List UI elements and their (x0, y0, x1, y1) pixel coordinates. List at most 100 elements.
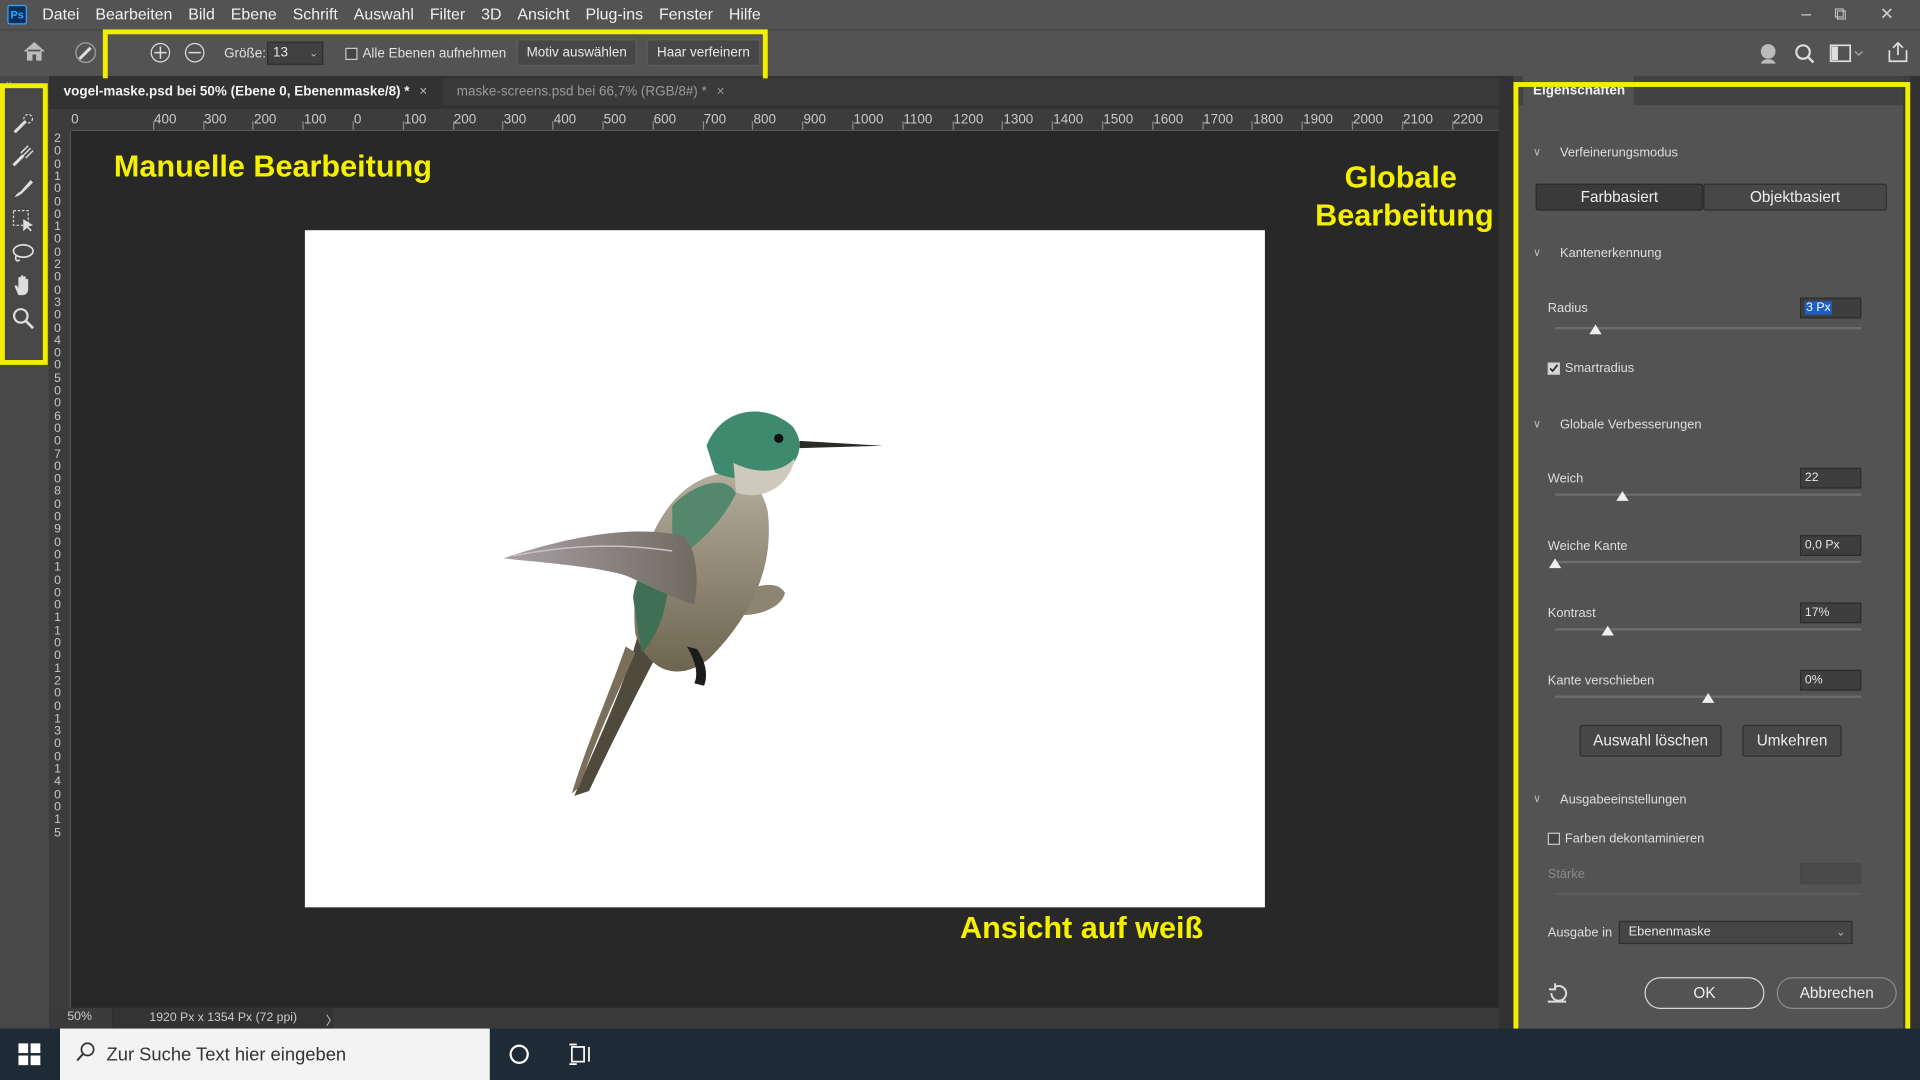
ruler-label: 00 (71, 112, 79, 128)
taskbar-search-box[interactable]: Zur Suche Text hier eingeben (60, 1028, 490, 1080)
ruler-label: 3 (54, 725, 61, 739)
ruler-tick (1052, 121, 1054, 130)
ruler-label: 0 (54, 245, 61, 260)
task-view-icon[interactable] (568, 1043, 592, 1069)
ruler-label: 100 (303, 112, 327, 128)
ruler-label: 1000 (853, 112, 884, 128)
ruler-tick (702, 121, 704, 130)
ruler-label: 0 (54, 750, 61, 764)
ruler-tick (852, 121, 854, 130)
ruler-label: 6 (54, 409, 61, 424)
ruler-label: 800 (753, 112, 777, 128)
menu-bearbeiten[interactable]: Bearbeiten (87, 0, 180, 29)
refine-brush-tool-icon[interactable] (73, 40, 97, 68)
menu-filter[interactable]: Filter (422, 0, 473, 29)
ruler-label: 1 (54, 611, 61, 625)
menu-hilfe[interactable]: Hilfe (721, 0, 769, 29)
ruler-tick (1002, 121, 1004, 130)
menu-schrift[interactable]: Schrift (285, 0, 346, 29)
ruler-label: 400 (553, 112, 577, 128)
ruler-label: 0 (54, 649, 61, 663)
ruler-tick (1102, 121, 1104, 130)
ruler-tick (1401, 121, 1404, 130)
ruler-label: 200 (253, 112, 277, 128)
menu-plug-ins[interactable]: Plug-ins (578, 0, 651, 29)
zoom-level[interactable]: 50% (67, 1010, 92, 1023)
ruler-label: 600 (653, 112, 677, 128)
horizontal-ruler: 0040030020010001002003004005006007008009… (71, 108, 1499, 132)
ruler-label: 1900 (1303, 112, 1334, 128)
ruler-label: 1 (54, 170, 61, 184)
ruler-label: 500 (603, 112, 627, 128)
ruler-label: 0 (54, 434, 61, 449)
ruler-tick (202, 121, 204, 130)
ruler-label: 200 (453, 112, 477, 128)
menu-auswahl[interactable]: Auswahl (346, 0, 422, 29)
ruler-label: 0 (54, 321, 61, 335)
ruler-label: 7 (54, 447, 61, 462)
ruler-tick (452, 121, 454, 130)
ruler-label: 2 (54, 674, 61, 689)
canvas-scrollbar[interactable] (1498, 108, 1514, 1029)
ruler-tick (802, 121, 804, 130)
ruler-tick (1201, 121, 1204, 130)
ruler-label: 0 (54, 699, 61, 714)
menu-ebene[interactable]: Ebene (223, 0, 285, 29)
ruler-label: 0 (54, 270, 61, 285)
search-icon[interactable] (1794, 43, 1816, 69)
ruler-tick (502, 121, 504, 130)
minimize-button[interactable]: – (1788, 0, 1825, 27)
tab-maske-screens[interactable]: maske-screens.psd bei 66,7% (RGB/8#) * × (447, 78, 753, 105)
search-people-icon[interactable] (1757, 42, 1781, 70)
menu-datei[interactable]: Datei (34, 0, 87, 29)
ruler-tick (1351, 121, 1354, 130)
cortana-icon[interactable] (508, 1043, 530, 1069)
ruler-label: 0 (54, 182, 61, 197)
document-tabs: vogel-maske.psd bei 50% (Ebene 0, Ebenen… (53, 78, 1499, 106)
document-canvas[interactable] (304, 230, 1265, 908)
windows-taskbar: Zur Suche Text hier eingeben (0, 1028, 1920, 1080)
ruler-label: 4 (54, 334, 61, 348)
canvas-area[interactable] (71, 131, 1499, 1008)
chevron-right-icon[interactable]: 〉 (326, 1010, 338, 1028)
ruler-label: 300 (503, 112, 527, 128)
ruler-label: 0 (54, 687, 61, 701)
search-placeholder: Zur Suche Text hier eingeben (106, 1043, 347, 1065)
home-icon[interactable] (22, 40, 46, 66)
ruler-tick (402, 121, 404, 130)
ruler-label: 1100 (903, 112, 933, 128)
toolbar-highlight (0, 83, 48, 365)
menu-bar: Ps Datei Bearbeiten Bild Ebene Schrift Auswah… (0, 0, 1920, 30)
tab-label: maske-screens.psd bei 66,7% (RGB/8#) * (456, 84, 707, 100)
ruler-label: 9 (54, 523, 61, 537)
close-icon[interactable]: × (717, 84, 725, 99)
tab-vogel-maske[interactable]: vogel-maske.psd bei 50% (Ebene 0, Ebenen… (53, 78, 444, 106)
menu-3d[interactable]: 3D (473, 0, 509, 29)
ruler-tick (252, 121, 254, 130)
ruler-label: 5 (54, 825, 61, 840)
restore-button[interactable]: ⧉ (1822, 0, 1859, 27)
ruler-label: 0 (54, 573, 61, 588)
share-icon[interactable] (1887, 41, 1909, 68)
windows-start-icon[interactable] (18, 1043, 41, 1069)
ruler-label: 0 (54, 586, 61, 600)
menu-fenster[interactable]: Fenster (651, 0, 721, 29)
ruler-label: 1800 (1253, 112, 1284, 128)
ruler-label: 1500 (1103, 112, 1134, 128)
ruler-label: 0 (54, 283, 61, 298)
annotation-global-line2: Bearbeitung (1315, 198, 1494, 233)
ruler-label: 1700 (1203, 112, 1234, 128)
menu-bild[interactable]: Bild (180, 0, 222, 29)
ruler-tick (302, 121, 304, 130)
ruler-label: 0 (54, 636, 61, 651)
ruler-tick (602, 121, 604, 130)
menu-ansicht[interactable]: Ansicht (509, 0, 577, 29)
annotation-global-line1: Globale (1344, 160, 1457, 195)
workspace-icon[interactable] (1829, 44, 1863, 67)
ruler-label: 5 (54, 371, 61, 386)
close-button[interactable]: ✕ (1869, 0, 1906, 27)
menu-items: Datei Bearbeiten Bild Ebene Schrift Auswahl Fi… (34, 0, 768, 29)
ruler-label: 0 (54, 788, 61, 802)
close-icon[interactable]: × (419, 84, 427, 99)
ruler-label: 1 (54, 561, 61, 575)
